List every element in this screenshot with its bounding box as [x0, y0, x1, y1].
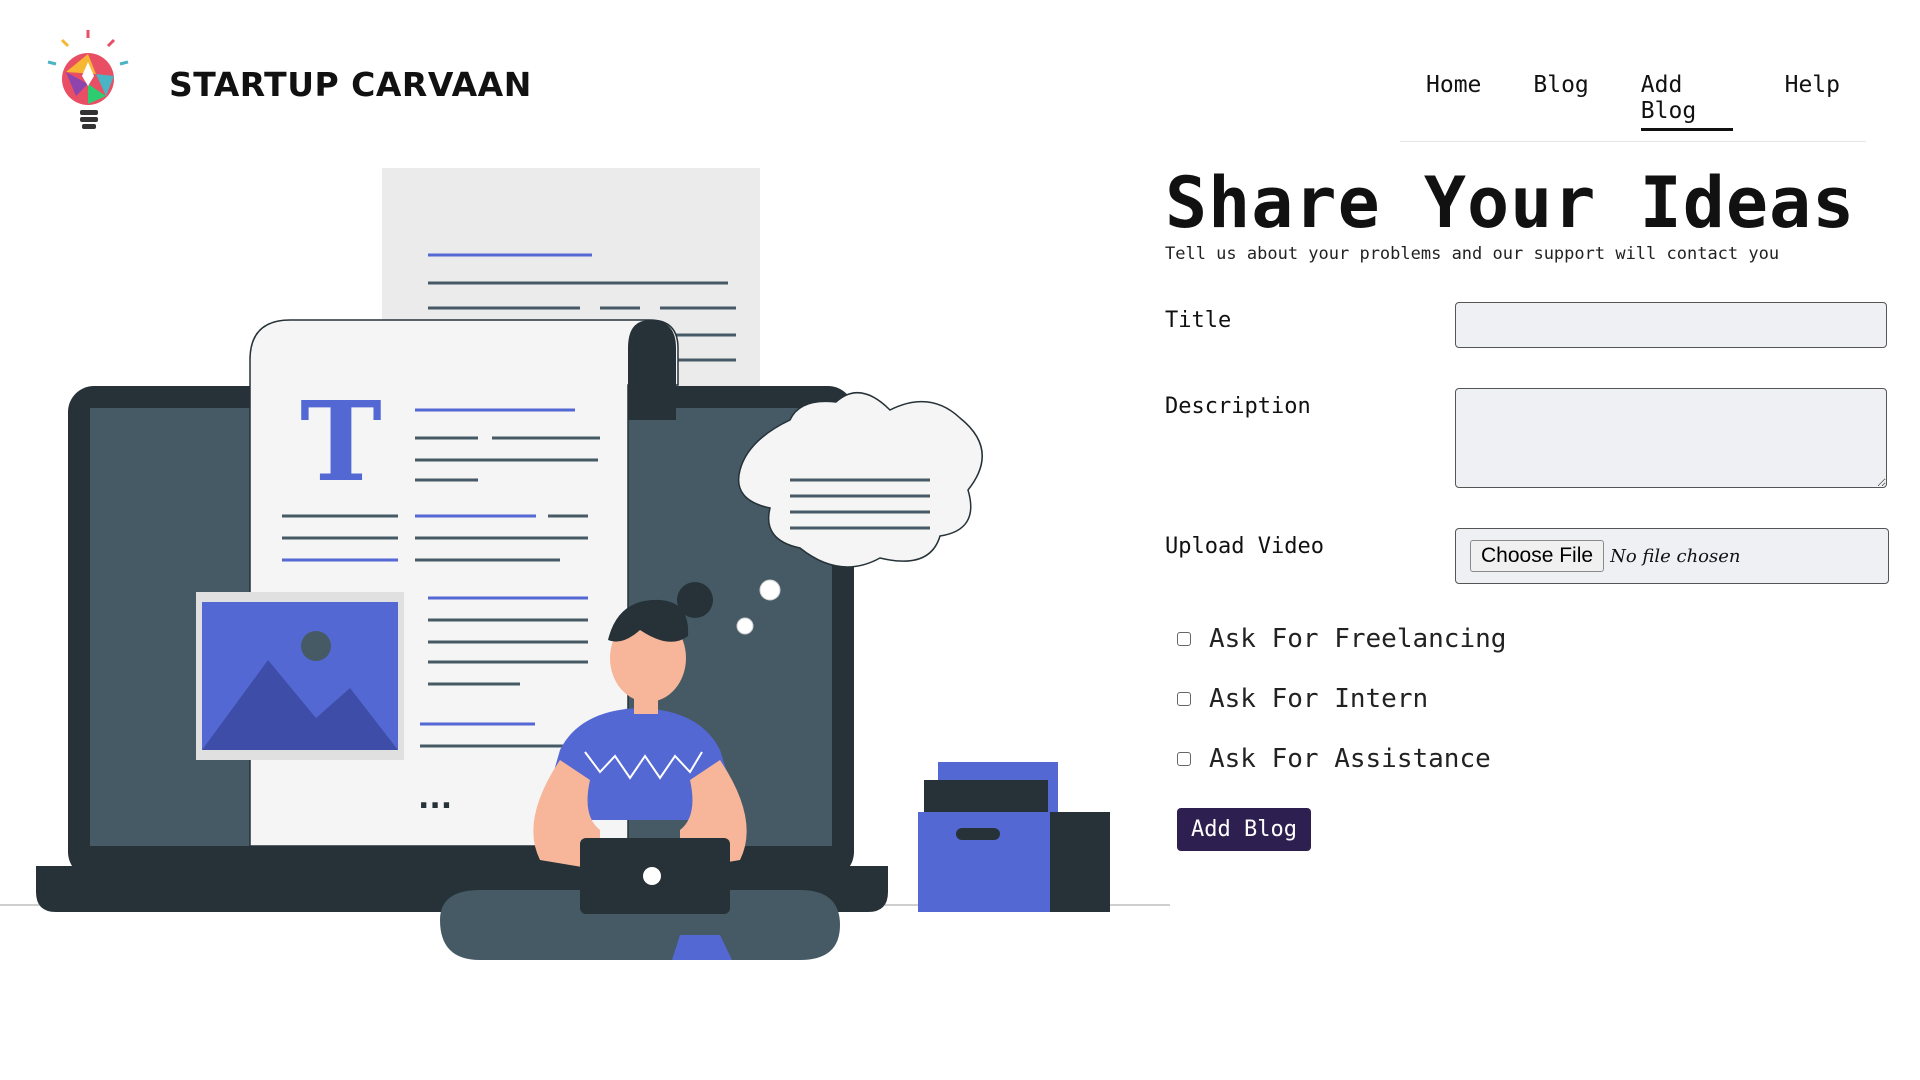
- brand[interactable]: STARTUP CARVAAN: [36, 24, 532, 144]
- freelancing-checkbox[interactable]: [1177, 632, 1191, 646]
- brand-name: STARTUP CARVAAN: [169, 64, 532, 104]
- form-title: Share Your Ideas: [1165, 162, 1856, 244]
- nav-home[interactable]: Home: [1426, 68, 1481, 131]
- description-label: Description: [1165, 394, 1311, 419]
- add-blog-submit-button[interactable]: Add Blog: [1177, 808, 1311, 851]
- upload-label: Upload Video: [1165, 534, 1324, 559]
- upload-row: Upload Video Choose File No file chosen: [1165, 528, 1905, 584]
- description-row: Description: [1165, 388, 1905, 488]
- lightbulb-logo-icon: [47, 30, 129, 129]
- checkbox-row[interactable]: Ask For Intern: [1177, 684, 1905, 714]
- title-row: Title: [1165, 302, 1905, 348]
- intern-label[interactable]: Ask For Intern: [1209, 684, 1428, 714]
- checkbox-row[interactable]: Ask For Assistance: [1177, 744, 1905, 774]
- assistance-label[interactable]: Ask For Assistance: [1209, 744, 1491, 774]
- freelancing-label[interactable]: Ask For Freelancing: [1209, 624, 1506, 654]
- title-input[interactable]: [1455, 302, 1887, 348]
- form-subtitle: Tell us about your problems and our supp…: [1165, 244, 1780, 264]
- nav-add-blog[interactable]: Add Blog: [1640, 68, 1733, 131]
- checkbox-group: Ask For Freelancing Ask For Intern Ask F…: [1177, 624, 1905, 774]
- doc-ellipsis: ...: [418, 781, 452, 816]
- intern-checkbox[interactable]: [1177, 692, 1191, 706]
- choose-file-button[interactable]: Choose File: [1470, 540, 1605, 572]
- hero-illustration: T ...: [0, 168, 1170, 960]
- upload-field: Choose File No file chosen: [1455, 528, 1889, 584]
- main-nav: Home Blog Add Blog Help: [1400, 68, 1866, 142]
- checkbox-row[interactable]: Ask For Freelancing: [1177, 624, 1905, 654]
- assistance-checkbox[interactable]: [1177, 752, 1191, 766]
- doc-letter-t: T: [300, 377, 382, 506]
- file-status: No file chosen: [1610, 545, 1741, 567]
- nav-help[interactable]: Help: [1785, 68, 1840, 131]
- add-blog-form: Share Your Ideas Tell us about your prob…: [1165, 168, 1905, 851]
- title-label: Title: [1165, 308, 1232, 333]
- nav-blog[interactable]: Blog: [1533, 68, 1588, 131]
- file-box: [918, 812, 1058, 912]
- description-textarea[interactable]: [1455, 388, 1887, 488]
